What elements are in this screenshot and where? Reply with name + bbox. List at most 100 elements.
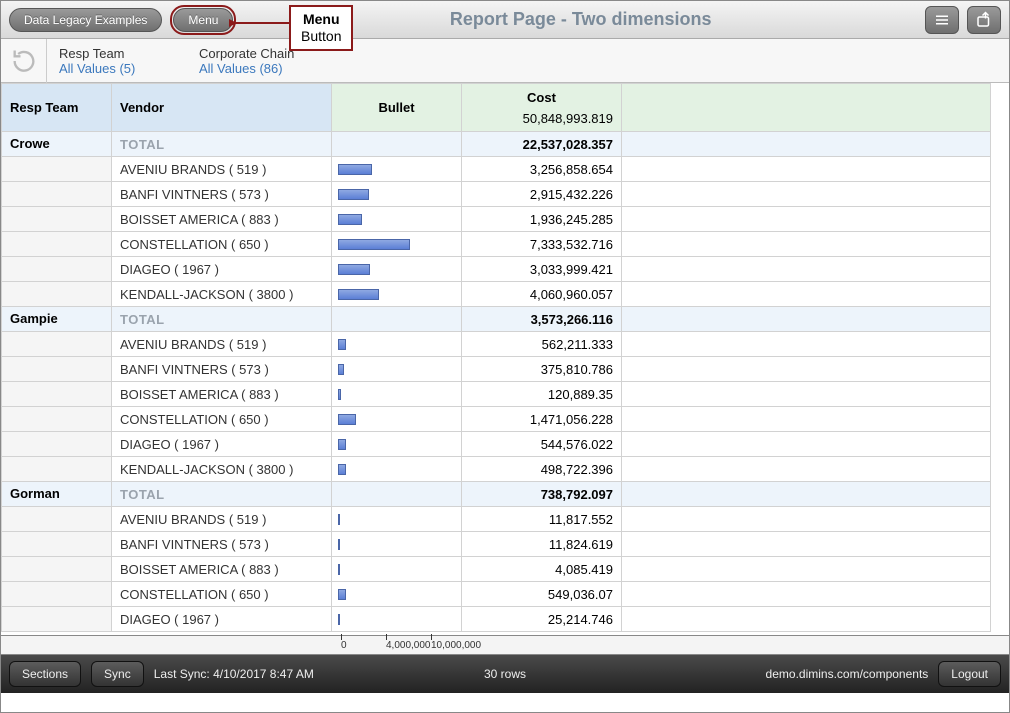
data-row[interactable]: BANFI VINTNERS ( 573 )11,824.619 [2, 532, 991, 557]
cost-cell: 544,576.022 [462, 432, 622, 457]
header-row: Resp Team Vendor Bullet Cost 50,848,993.… [2, 84, 991, 132]
bullet-cell [332, 607, 462, 632]
data-row[interactable]: BOISSET AMERICA ( 883 )120,889.35 [2, 382, 991, 407]
data-row[interactable]: AVENIU BRANDS ( 519 )562,211.333 [2, 332, 991, 357]
team-cell-empty [2, 407, 112, 432]
team-cell-empty [2, 382, 112, 407]
group-total-row[interactable]: GampieTOTAL3,573,266.116 [2, 307, 991, 332]
total-cost: 3,573,266.116 [462, 307, 622, 332]
team-cell: Gampie [2, 307, 112, 332]
data-row[interactable]: DIAGEO ( 1967 ) 544,576.022 [2, 432, 991, 457]
vendor-cell: BANFI VINTNERS ( 573 ) [112, 532, 332, 557]
bullet-cell [332, 132, 462, 157]
data-row[interactable]: AVENIU BRANDS ( 519 )3,256,858.654 [2, 157, 991, 182]
logout-button[interactable]: Logout [938, 661, 1001, 687]
refresh-icon[interactable] [1, 39, 47, 83]
empty-cell [622, 157, 991, 182]
share-icon[interactable] [967, 6, 1001, 34]
bullet-cell [332, 407, 462, 432]
team-cell-empty [2, 532, 112, 557]
cost-cell: 25,214.746 [462, 607, 622, 632]
team-cell-empty [2, 507, 112, 532]
data-row[interactable]: BANFI VINTNERS ( 573 ) 375,810.786 [2, 357, 991, 382]
bullet-cell [332, 507, 462, 532]
domain-label: demo.dimins.com/components [766, 667, 929, 681]
back-button[interactable]: Data Legacy Examples [9, 8, 162, 32]
filter-bar: Resp Team All Values (5) Corporate Chain… [1, 39, 1009, 83]
bullet-cell [332, 532, 462, 557]
filter-label: Resp Team [59, 46, 175, 61]
bullet-cell [332, 382, 462, 407]
col-empty [622, 84, 991, 132]
vendor-cell: BOISSET AMERICA ( 883 ) [112, 557, 332, 582]
row-count: 30 rows [484, 667, 526, 681]
group-total-row[interactable]: GormanTOTAL738,792.097 [2, 482, 991, 507]
data-row[interactable]: CONSTELLATION ( 650 )1,471,056.228 [2, 407, 991, 432]
empty-cell [622, 507, 991, 532]
data-row[interactable]: KENDALL-JACKSON ( 3800 )4,060,960.057 [2, 282, 991, 307]
empty-cell [622, 207, 991, 232]
data-row[interactable]: CONSTELLATION ( 650 )549,036.07 [2, 582, 991, 607]
team-cell-empty [2, 257, 112, 282]
vendor-cell: DIAGEO ( 1967 ) [112, 432, 332, 457]
axis-tick: 4,000,000 [386, 640, 431, 651]
vendor-cell: BOISSET AMERICA ( 883 ) [112, 207, 332, 232]
team-cell: Crowe [2, 132, 112, 157]
team-cell-empty [2, 282, 112, 307]
data-row[interactable]: BOISSET AMERICA ( 883 )1,936,245.285 [2, 207, 991, 232]
col-resp-team[interactable]: Resp Team [2, 84, 112, 132]
sections-button[interactable]: Sections [9, 661, 81, 687]
report-scroll[interactable]: Resp Team Vendor Bullet Cost 50,848,993.… [1, 83, 1009, 635]
report-table: Resp Team Vendor Bullet Cost 50,848,993.… [1, 83, 991, 632]
team-cell-empty [2, 182, 112, 207]
empty-cell [622, 182, 991, 207]
data-row[interactable]: DIAGEO ( 1967 )25,214.746 [2, 607, 991, 632]
vendor-cell: BANFI VINTNERS ( 573 ) [112, 357, 332, 382]
cost-cell: 4,085.419 [462, 557, 622, 582]
bullet-cell [332, 457, 462, 482]
data-row[interactable]: DIAGEO ( 1967 )3,033,999.421 [2, 257, 991, 282]
col-vendor[interactable]: Vendor [112, 84, 332, 132]
vendor-cell: CONSTELLATION ( 650 ) [112, 407, 332, 432]
cost-cell: 120,889.35 [462, 382, 622, 407]
empty-cell [622, 582, 991, 607]
menu-button[interactable]: Menu [173, 8, 233, 32]
team-cell-empty [2, 557, 112, 582]
bullet-cell [332, 482, 462, 507]
group-total-row[interactable]: CroweTOTAL22,537,028.357 [2, 132, 991, 157]
cost-cell: 375,810.786 [462, 357, 622, 382]
total-cost: 22,537,028.357 [462, 132, 622, 157]
cost-cell: 2,915,432.226 [462, 182, 622, 207]
data-row[interactable]: KENDALL-JACKSON ( 3800 )498,722.396 [2, 457, 991, 482]
team-cell-empty [2, 157, 112, 182]
data-row[interactable]: BOISSET AMERICA ( 883 ) 4,085.419 [2, 557, 991, 582]
bullet-axis: 0 4,000,000 10,000,000 [1, 635, 1009, 655]
cost-cell: 4,060,960.057 [462, 282, 622, 307]
col-bullet[interactable]: Bullet [332, 84, 462, 132]
hamburger-icon[interactable] [925, 6, 959, 34]
col-cost[interactable]: Cost 50,848,993.819 [462, 84, 622, 132]
team-cell-empty [2, 357, 112, 382]
last-sync-label: Last Sync: 4/10/2017 8:47 AM [154, 667, 314, 681]
cost-cell: 3,256,858.654 [462, 157, 622, 182]
menu-button-highlight: Menu [170, 5, 236, 35]
filter-resp-team[interactable]: Resp Team All Values (5) [47, 42, 187, 80]
report-area: Resp Team Vendor Bullet Cost 50,848,993.… [1, 83, 1009, 655]
callout-line1: Menu [303, 11, 340, 27]
axis-tick: 10,000,000 [431, 640, 476, 651]
empty-cell [622, 257, 991, 282]
bullet-cell [332, 232, 462, 257]
data-row[interactable]: BANFI VINTNERS ( 573 ) 2,915,432.226 [2, 182, 991, 207]
callout-line2: Button [301, 28, 341, 44]
sync-button[interactable]: Sync [91, 661, 144, 687]
empty-cell [622, 407, 991, 432]
data-row[interactable]: AVENIU BRANDS ( 519 )11,817.552 [2, 507, 991, 532]
team-cell-empty [2, 432, 112, 457]
axis-tick: 0 [341, 640, 386, 651]
empty-cell [622, 282, 991, 307]
empty-cell [622, 132, 991, 157]
team-cell-empty [2, 582, 112, 607]
data-row[interactable]: CONSTELLATION ( 650 )7,333,532.716 [2, 232, 991, 257]
vendor-cell: BANFI VINTNERS ( 573 ) [112, 182, 332, 207]
bullet-cell [332, 257, 462, 282]
